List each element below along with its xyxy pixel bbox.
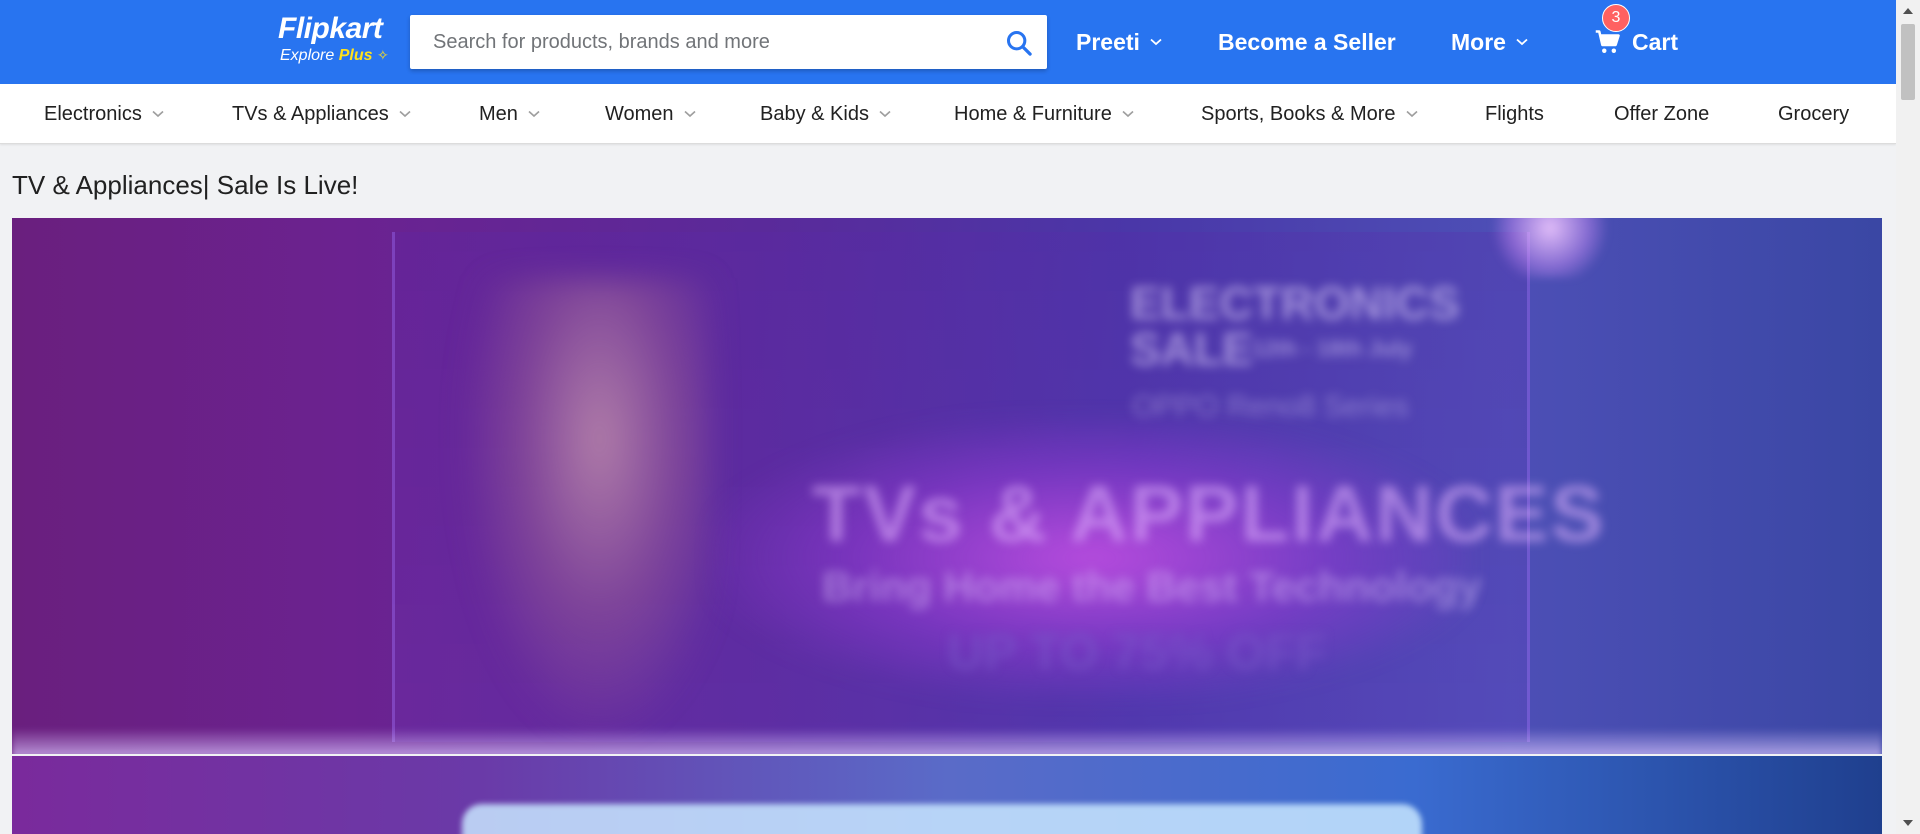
more-menu[interactable]: More — [1451, 0, 1528, 84]
chevron-down-icon — [684, 110, 696, 118]
caret-up-icon — [1903, 8, 1913, 14]
chevron-down-icon — [528, 110, 540, 118]
banner-text-layer: ELECTRONICS SALE 12th - 18th July OPPO R… — [12, 218, 1882, 754]
category-baby-kids[interactable]: Baby & Kids — [760, 84, 891, 144]
top-header: Flipkart Explore Plus ✧ Preeti Be — [0, 0, 1896, 84]
scroll-up-arrow[interactable] — [1896, 2, 1920, 20]
secondary-banner[interactable] — [12, 756, 1882, 834]
chevron-down-icon — [152, 110, 164, 118]
cart-count-badge: 3 — [1602, 4, 1630, 32]
page-title: TV & Appliances| Sale Is Live! — [12, 170, 359, 200]
chevron-down-icon — [1150, 38, 1162, 46]
category-men[interactable]: Men — [479, 84, 540, 144]
user-menu[interactable]: Preeti — [1076, 0, 1162, 84]
scroll-down-arrow[interactable] — [1896, 814, 1920, 832]
category-label: Baby & Kids — [760, 102, 869, 125]
banner-dates: 12th - 18th July — [1252, 336, 1413, 361]
category-label: Grocery — [1778, 102, 1850, 125]
banner-offer: UP TO 75% OFF — [947, 624, 1327, 680]
scroll-thumb[interactable] — [1901, 24, 1915, 100]
category-sports-books-more[interactable]: Sports, Books & More — [1201, 84, 1418, 144]
category-label: Flights — [1485, 102, 1544, 125]
flipkart-logo[interactable]: Flipkart Explore Plus ✧ — [276, 12, 396, 70]
chevron-down-icon — [1516, 38, 1528, 46]
category-label: Sports, Books & More — [1201, 102, 1396, 125]
page-scrollbar[interactable] — [1896, 0, 1920, 834]
cart-label: Cart — [1632, 28, 1679, 55]
category-label: Electronics — [44, 102, 142, 125]
category-home-furniture[interactable]: Home & Furniture — [954, 84, 1134, 144]
cart-icon — [1595, 30, 1620, 53]
category-label: Home & Furniture — [954, 102, 1112, 125]
chevron-down-icon — [1122, 110, 1134, 118]
secondary-banner-panel — [462, 804, 1422, 834]
category-women[interactable]: Women — [605, 84, 696, 144]
become-seller-link[interactable]: Become a Seller — [1218, 0, 1396, 84]
banner-headline: TVs & APPLIANCES — [812, 469, 1606, 558]
chevron-down-icon — [399, 110, 411, 118]
user-name: Preeti — [1076, 28, 1140, 55]
search-input[interactable] — [410, 15, 980, 69]
chevron-down-icon — [1405, 110, 1418, 118]
more-label: More — [1451, 28, 1506, 55]
banner-featured-product: OPPO Reno8 Series — [1132, 390, 1409, 423]
logo-tagline-plus: Plus — [338, 47, 373, 64]
banner-tagline: Bring Home the Best Technology — [822, 563, 1482, 610]
sale-banner[interactable]: ELECTRONICS SALE 12th - 18th July OPPO R… — [12, 218, 1882, 754]
category-offer-zone[interactable]: Offer Zone — [1614, 84, 1709, 144]
search-bar — [410, 15, 1047, 69]
category-label: Men — [479, 102, 518, 125]
category-grocery[interactable]: Grocery — [1778, 84, 1849, 144]
category-label: Women — [605, 102, 674, 125]
logo-wordmark: Flipkart — [278, 12, 383, 45]
page: Flipkart Explore Plus ✧ Preeti Be — [0, 0, 1920, 834]
cart-icon-wrap: 3 — [1594, 4, 1630, 56]
category-nav: Electronics TVs & Appliances Men Women B… — [0, 84, 1896, 144]
category-label: TVs & Appliances — [232, 102, 389, 125]
category-tvs-appliances[interactable]: TVs & Appliances — [232, 84, 411, 144]
category-label: Offer Zone — [1614, 102, 1710, 125]
category-electronics[interactable]: Electronics — [44, 84, 164, 144]
cart-button[interactable]: 3 Cart — [1594, 0, 1678, 84]
category-flights[interactable]: Flights — [1485, 84, 1544, 144]
become-seller-label: Become a Seller — [1218, 28, 1396, 55]
search-button[interactable] — [1003, 27, 1035, 59]
caret-down-icon — [1903, 820, 1913, 826]
search-icon — [1006, 30, 1032, 56]
logo-tagline: Explore Plus ✧ — [280, 46, 396, 65]
chevron-down-icon — [879, 110, 891, 118]
plus-star-icon: ✧ — [376, 47, 389, 63]
logo-tagline-explore: Explore — [280, 47, 335, 64]
